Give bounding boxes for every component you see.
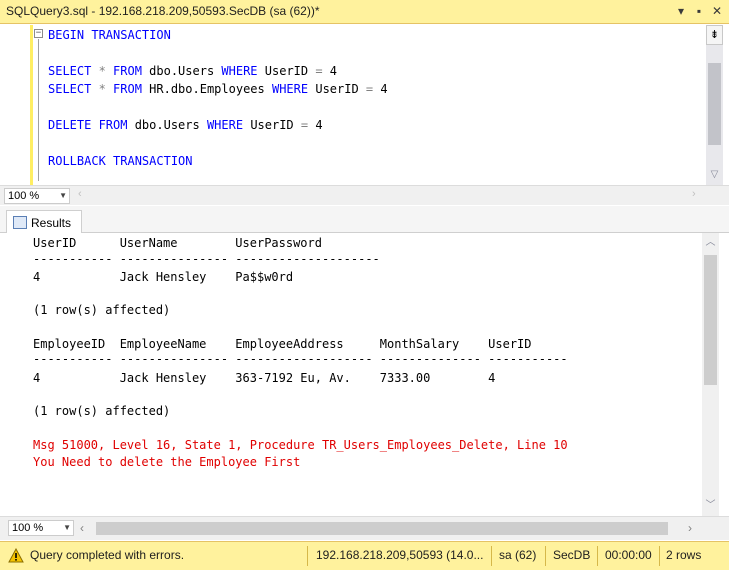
status-separator [545,546,546,566]
table2-row: 4 Jack Hensley 363-7192 Eu, Av. 7333.00 … [33,371,496,385]
status-row-count: 2 rows [666,548,702,562]
code-line-begin: BEGIN TRANSACTION [48,28,171,42]
results-tabstrip: Results [0,206,729,234]
scroll-right-icon[interactable]: › [692,188,696,200]
window-dropdown-icon[interactable]: ▾ [673,3,689,19]
results-vertical-scrollbar[interactable]: ︿ ﹀ [702,233,719,516]
status-separator [659,546,660,566]
scroll-up-icon[interactable]: ︿ [702,235,719,251]
code-line-select-employees: SELECT * FROM HR.dbo.Employees WHERE Use… [48,82,388,96]
editor-scroll-thumb[interactable] [708,63,721,145]
code-line-select-users: SELECT * FROM dbo.Users WHERE UserID = 4 [48,64,338,78]
status-server: 192.168.218.209,50593 (14.0... [316,548,484,562]
table2-affected: (1 row(s) affected) [33,404,171,418]
status-bar: Query completed with errors. 192.168.218… [0,541,729,570]
tab-results[interactable]: Results [6,210,82,234]
scroll-down-icon[interactable]: ▽ [706,167,723,183]
error-message-line1: Msg 51000, Level 16, State 1, Procedure … [33,438,568,452]
pin-icon[interactable]: ▪ [691,3,707,19]
collapse-toggle-icon[interactable]: − [34,29,43,38]
table2-headers: EmployeeID EmployeeName EmployeeAddress … [33,337,532,351]
close-icon[interactable]: ✕ [709,3,725,19]
table2-dashes: ----------- --------------- ------------… [33,352,568,366]
status-message: Query completed with errors. [30,548,185,562]
editor-vertical-scrollbar[interactable]: ⇟ ▽ [706,25,723,185]
warning-icon [8,548,24,563]
tab-results-label: Results [31,216,72,230]
status-separator [307,546,308,566]
status-elapsed-time: 00:00:00 [605,548,652,562]
change-indicator-bar [30,25,33,185]
table1-row: 4 Jack Hensley Pa$$w0rd [33,270,294,284]
status-separator [491,546,492,566]
scroll-down-icon[interactable]: ﹀ [702,498,719,514]
status-database: SecDB [553,548,591,562]
status-user: sa (62) [499,548,537,562]
scroll-left-icon[interactable]: ‹ [78,188,82,200]
query-editor[interactable]: − BEGIN TRANSACTION SELECT * FROM dbo.Us… [0,25,729,185]
results-pane[interactable]: UserID UserName UserPassword -----------… [0,233,729,516]
table1-headers: UserID UserName UserPassword [33,236,322,250]
outline-line [38,39,39,181]
results-scroll-thumb[interactable] [704,255,717,385]
status-separator [597,546,598,566]
scroll-right-icon[interactable]: › [688,521,692,535]
split-handle-icon[interactable]: ⇟ [706,25,723,45]
code-line-rollback: ROLLBACK TRANSACTION [48,154,193,168]
results-zoom-select[interactable]: 100 % ▼ [8,520,74,536]
error-message-line2: You Need to delete the Employee First [33,455,301,469]
chevron-down-icon: ▼ [59,191,67,200]
table1-affected: (1 row(s) affected) [33,303,171,317]
code-line-delete: DELETE FROM dbo.Users WHERE UserID = 4 [48,118,323,132]
results-grid-icon [13,216,27,229]
table1-dashes: ----------- --------------- ------------… [33,252,380,266]
editor-margin [0,25,30,185]
chevron-down-icon: ▼ [63,523,71,532]
editor-zoom-select[interactable]: 100 % ▼ [4,188,70,204]
scroll-left-icon[interactable]: ‹ [80,521,84,535]
document-tab[interactable]: SQLQuery3.sql - 192.168.218.209,50593.Se… [0,0,729,24]
editor-zoom-bar: 100 % ▼ ‹ › [0,185,729,205]
results-zoom-bar: 100 % ▼ ‹ › [0,516,729,540]
document-title: SQLQuery3.sql - 192.168.218.209,50593.Se… [6,4,320,18]
results-horizontal-scroll-thumb[interactable] [96,522,668,535]
